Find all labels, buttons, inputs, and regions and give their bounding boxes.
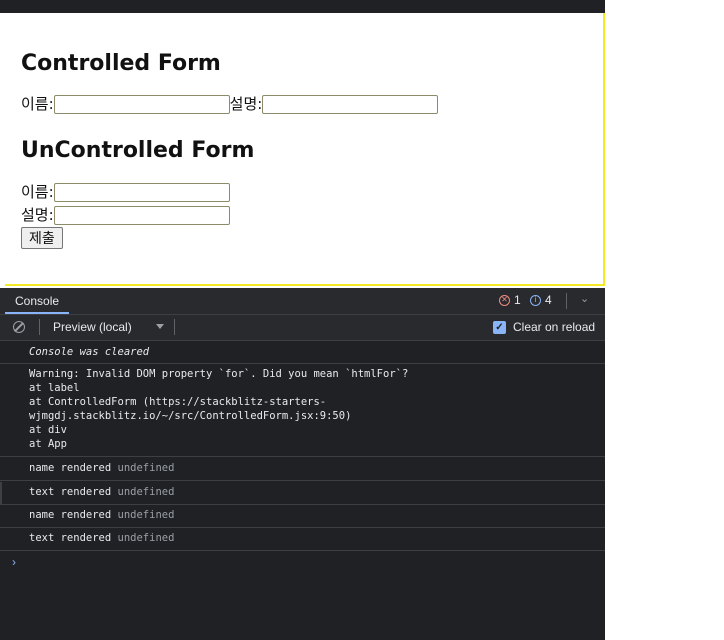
name-label: 이름: (21, 183, 54, 201)
log-line: at ControlledForm (https://stackblitz-st… (29, 396, 327, 408)
log-entry: name rendered undefined (0, 458, 605, 481)
uncontrolled-name-input[interactable] (53, 182, 230, 202)
log-value: undefined (117, 532, 175, 544)
divider (174, 319, 175, 335)
devtools-tabbar: Console ✕ 1 i 4 ⌄ (0, 288, 605, 315)
blank-area (605, 0, 724, 640)
log-value: undefined (117, 509, 175, 521)
chevron-down-icon[interactable]: ⌄ (580, 292, 589, 305)
preview-frame: Controlled Form 이름: 설명: UnControlled For… (5, 13, 605, 286)
submit-button[interactable]: 제출 (21, 227, 63, 249)
log-line: at div (29, 424, 67, 436)
log-line: Warning: Invalid DOM property `for`. Did… (29, 368, 409, 380)
uncontrolled-desc-row: 설명: (21, 205, 230, 225)
clear-on-reload-label: Clear on reload (513, 320, 596, 334)
log-value: undefined (117, 486, 175, 498)
info-count: 4 (545, 293, 552, 307)
log-message: text rendered (29, 532, 112, 544)
log-message: text rendered (29, 486, 112, 498)
controlled-form-row: 이름: 설명: (21, 94, 439, 114)
error-circle-icon: ✕ (499, 294, 510, 306)
log-line: at App (29, 438, 67, 450)
log-line: wjmgdj.stackblitz.io/~/src/ControlledFor… (29, 410, 352, 422)
error-count: 1 (514, 293, 521, 307)
log-message: name rendered (29, 462, 112, 474)
log-entry: text rendered undefined (0, 482, 605, 505)
tab-console[interactable]: Console (5, 288, 70, 314)
divider (39, 319, 40, 335)
browser-top-strip (0, 0, 605, 13)
info-count-badge[interactable]: i 4 (530, 293, 552, 307)
caret-down-icon (156, 324, 164, 329)
log-entry: text rendered undefined (0, 528, 605, 551)
log-text: Console was cleared (29, 346, 150, 358)
uncontrolled-form-title: UnControlled Form (21, 138, 255, 163)
divider (566, 293, 567, 309)
log-entry-warning: Warning: Invalid DOM property `for`. Did… (0, 365, 605, 457)
log-line: at label (29, 382, 80, 394)
controlled-form-title: Controlled Form (21, 51, 221, 76)
chevron-right-icon[interactable]: › (12, 555, 16, 569)
console-toolbar: Preview (local) ✓ Clear on reload (0, 315, 605, 341)
clear-on-reload-checkbox[interactable]: ✓ (493, 321, 506, 334)
desc-label: 설명: (21, 206, 54, 224)
context-selector[interactable]: Preview (local) (53, 320, 132, 334)
info-circle-icon: i (530, 294, 541, 306)
clear-console-icon[interactable] (13, 321, 25, 333)
log-entry: Console was cleared (0, 341, 605, 364)
error-count-badge[interactable]: ✕ 1 (499, 293, 521, 307)
controlled-name-input[interactable] (53, 94, 230, 114)
log-entry: name rendered undefined (0, 505, 605, 528)
controlled-desc-input[interactable] (262, 94, 439, 114)
uncontrolled-desc-input[interactable] (53, 205, 230, 225)
log-message: name rendered (29, 509, 112, 521)
desc-label: 설명: (229, 95, 263, 113)
uncontrolled-name-row: 이름: (21, 182, 230, 202)
name-label: 이름: (21, 95, 54, 113)
log-value: undefined (117, 462, 175, 474)
devtools-panel: Console ✕ 1 i 4 ⌄ Preview (local) ✓ Clea… (0, 288, 605, 640)
